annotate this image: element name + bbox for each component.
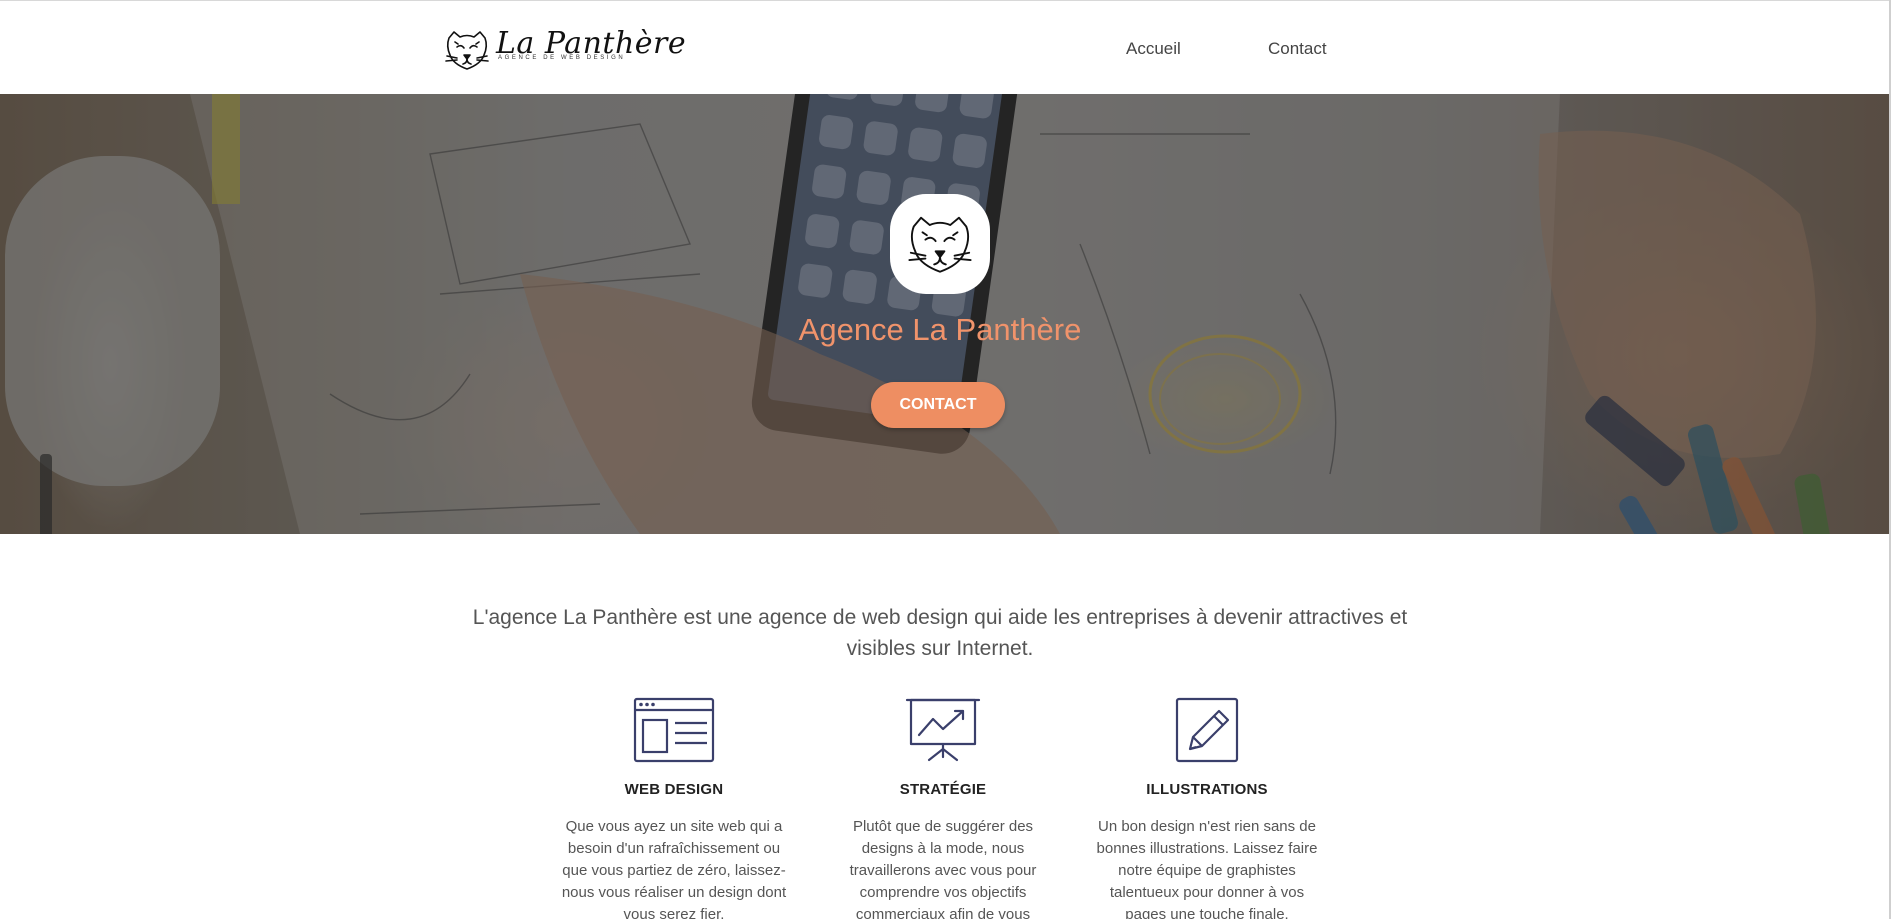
site-header: La Panthère AGENCE DE WEB DESIGN Accueil… <box>0 1 1889 94</box>
hero-section: Agence La Panthère CONTACT <box>0 94 1889 534</box>
feature-title: ILLUSTRATIONS <box>1146 781 1268 798</box>
feature-title: WEB DESIGN <box>624 781 724 798</box>
presentation-chart-icon <box>905 698 981 762</box>
feature-description: Plutôt que de suggérer des designs à la … <box>849 818 1037 919</box>
feature-web-design: WEB DESIGN Que vous ayez un site web qui… <box>557 697 791 919</box>
brand-tagline: AGENCE DE WEB DESIGN <box>498 55 626 61</box>
hero-title: Agence La Panthère <box>798 312 1082 347</box>
logo-text: La Panthère AGENCE DE WEB DESIGN <box>496 28 686 62</box>
feature-illustrations: ILLUSTRATIONS Un bon design n'est rien s… <box>1090 697 1324 919</box>
pencil-icon <box>1175 697 1239 763</box>
panther-logo-icon <box>445 31 489 70</box>
intro-text: L'agence La Panthère est une agence de w… <box>472 606 1408 660</box>
nav-link-home[interactable]: Accueil <box>1126 39 1181 59</box>
nav-link-contact[interactable]: Contact <box>1268 39 1327 59</box>
browser-window-icon <box>633 697 715 763</box>
hero-contact-button[interactable]: CONTACT <box>871 382 1005 428</box>
site-logo[interactable]: La Panthère AGENCE DE WEB DESIGN <box>443 28 686 74</box>
feature-title: STRATÉGIE <box>899 781 987 798</box>
feature-description: Un bon design n'est rien sans de bonnes … <box>1096 818 1318 919</box>
feature-strategie: STRATÉGIE Plutôt que de suggérer des des… <box>826 697 1060 919</box>
feature-description: Que vous ayez un site web qui a besoin d… <box>561 818 787 919</box>
hero-logo-badge <box>890 194 990 294</box>
panther-head-icon <box>908 216 972 273</box>
page: La Panthère AGENCE DE WEB DESIGN Accueil… <box>0 0 1889 919</box>
